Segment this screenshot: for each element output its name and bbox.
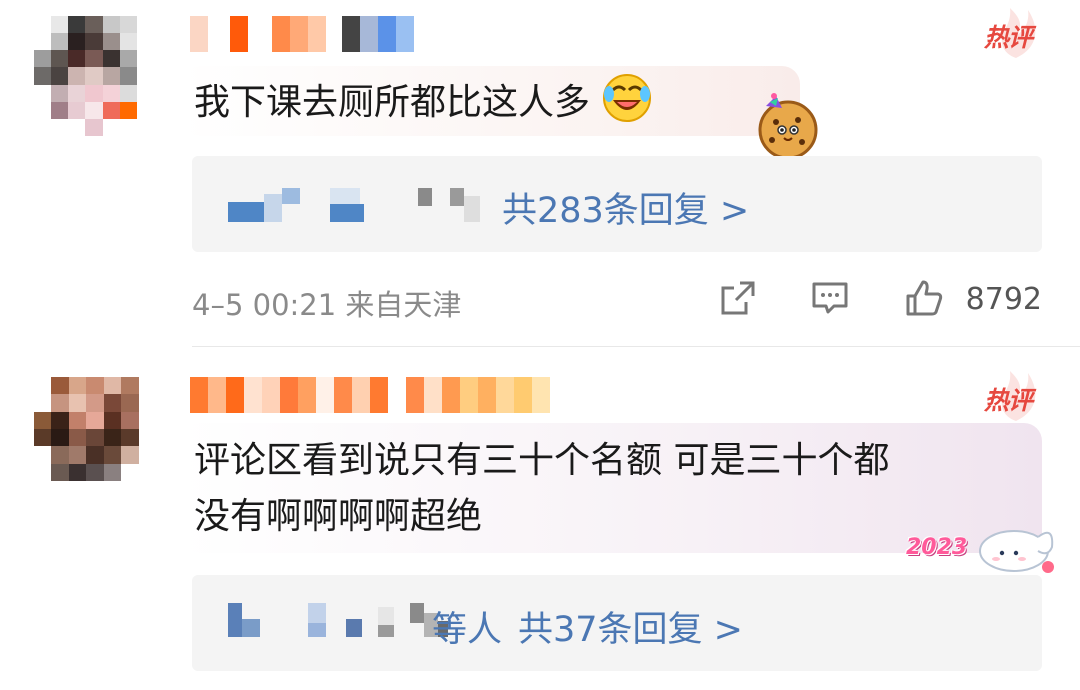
thumbs-up-icon[interactable]	[902, 278, 946, 318]
comment-time-location: 4–5 00:21 来自天津	[192, 288, 462, 322]
comment-meta: 4–5 00:21 来自天津 8792	[192, 278, 1042, 322]
like-count: 8792	[965, 282, 1042, 317]
reply-preview[interactable]: 共283条回复 >	[192, 156, 1042, 252]
username[interactable]	[190, 16, 414, 52]
sticker-year-label: 2023	[906, 535, 968, 560]
hot-label: 热评	[983, 386, 1033, 415]
avatar[interactable]	[34, 16, 154, 136]
reply-preview[interactable]: 等人 共37条回复 >	[192, 575, 1042, 671]
comment-item: 热评 评论区看到说只有三十个名额 可是三十个都 没有啊啊啊啊超绝 2023 等人…	[0, 347, 1080, 690]
comment-icon[interactable]	[810, 278, 850, 318]
reply-users-blurred	[222, 603, 452, 643]
laughing-tears-emoji-icon	[603, 74, 652, 122]
comment-text: 我下课去厕所都比这人多	[194, 72, 653, 132]
2023-cinnamoroll-sticker: 2023	[906, 517, 1056, 575]
reply-count-link[interactable]: 共37条回复 >	[518, 601, 743, 652]
cookie-sticker	[758, 93, 818, 160]
username[interactable]	[190, 377, 550, 413]
cinnamoroll-icon	[979, 530, 1054, 573]
comment-item: 热评 我下课去厕所都比这人多 共283条回复 > 4–5 00:21 来自天津 …	[0, 0, 1080, 346]
hot-comment-badge: 热评	[960, 4, 1040, 60]
reply-users-suffix: 等人	[432, 610, 503, 650]
reply-users-blurred	[222, 184, 480, 224]
share-icon[interactable]	[718, 278, 758, 318]
hot-label: 热评	[983, 23, 1033, 52]
avatar[interactable]	[34, 377, 156, 481]
comment-text: 评论区看到说只有三十个名额 可是三十个都 没有啊啊啊啊超绝	[194, 440, 890, 537]
reply-count-link[interactable]: 共283条回复 >	[502, 182, 749, 233]
hot-comment-badge: 热评	[960, 367, 1040, 423]
